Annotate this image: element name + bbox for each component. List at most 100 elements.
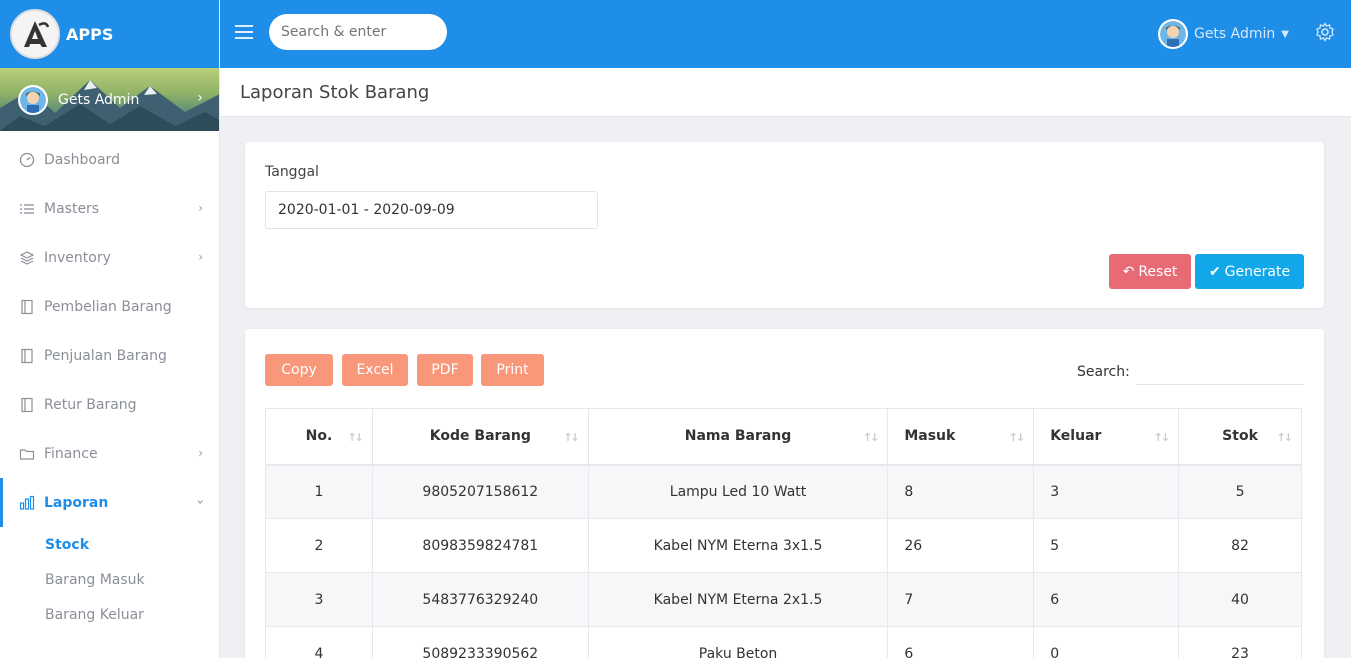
cell-masuk: 26 (887, 518, 1035, 573)
generate-button-label: Generate (1224, 263, 1291, 280)
hamburger-menu-icon[interactable] (235, 25, 253, 39)
notebook-icon (18, 347, 36, 365)
table-row: 1 9805207158612 Lampu Led 10 Watt 8 3 5 (265, 464, 1302, 519)
cell-nama-barang: Paku Beton (587, 626, 889, 658)
brand-logo-icon (10, 9, 60, 59)
notebook-icon (18, 396, 36, 414)
generate-button[interactable]: ✔ Generate (1195, 254, 1304, 289)
user-panel[interactable]: Gets Admin › (0, 68, 219, 131)
cell-kode-barang-link[interactable]: 9805207158612 (371, 464, 589, 519)
cell-nama-barang: Kabel NYM Eterna 2x1.5 (587, 572, 889, 627)
table-row: 2 8098359824781 Kabel NYM Eterna 3x1.5 2… (265, 518, 1302, 573)
sort-icon: ↑↓ (1153, 431, 1171, 444)
search-input[interactable] (269, 14, 447, 50)
sidebar-item-label: Laporan (44, 494, 109, 511)
sidebar-item-retur-barang[interactable]: Retur Barang (0, 380, 219, 429)
table-header-row: No. ↑↓ Kode Barang ↑↓ Nama Barang ↑↓ Masuk ↑… (265, 408, 1302, 466)
topbar-user-name: Gets Admin (1193, 26, 1276, 42)
user-menu[interactable]: Gets Admin ▼ (1157, 19, 1289, 49)
table-search-label: Search: (1077, 364, 1130, 380)
sidebar-subitem-barang-masuk[interactable]: Barang Masuk (0, 562, 219, 597)
check-icon: ✔ (1208, 263, 1221, 280)
sort-icon: ↑↓ (347, 431, 364, 444)
gear-icon[interactable] (1315, 22, 1335, 42)
column-header-nama-barang[interactable]: Nama Barang ↑↓ (587, 408, 889, 466)
sidebar: APPS Gets Admin › Dashboard Masters › In… (0, 0, 220, 658)
sidebar-item-label: Retur Barang (44, 396, 137, 413)
cell-masuk: 7 (887, 572, 1035, 627)
sidebar-item-masters[interactable]: Masters › (0, 184, 219, 233)
brand-name: APPS (66, 24, 114, 44)
topbar: Gets Admin ▼ (220, 0, 1351, 68)
chevron-right-icon: › (197, 90, 203, 106)
sidebar-user-name: Gets Admin (58, 91, 140, 108)
chevron-right-icon: › (198, 446, 203, 460)
cell-no: 1 (265, 464, 373, 519)
reset-button-label: Reset (1138, 263, 1178, 280)
print-button[interactable]: Print (481, 354, 544, 386)
column-header-kode-barang[interactable]: Kode Barang ↑↓ (371, 408, 589, 466)
sidebar-item-finance[interactable]: Finance › (0, 429, 219, 478)
sidebar-nav: Dashboard Masters › Inventory › Pembelia… (0, 131, 219, 632)
undo-icon: ↶ (1122, 263, 1135, 280)
bar-chart-icon (18, 494, 36, 512)
table-row: 3 5483776329240 Kabel NYM Eterna 2x1.5 7… (265, 572, 1302, 627)
sidebar-item-pembelian-barang[interactable]: Pembelian Barang (0, 282, 219, 331)
cell-keluar: 5 (1033, 518, 1180, 573)
excel-button[interactable]: Excel (342, 354, 408, 386)
cell-nama-barang: Kabel NYM Eterna 3x1.5 (587, 518, 889, 573)
column-header-stok[interactable]: Stok ↑↓ (1178, 408, 1302, 466)
folder-icon (18, 445, 36, 463)
sidebar-item-label: Dashboard (44, 151, 120, 168)
filter-card: Tanggal ↶ Reset ✔ Generate (245, 142, 1324, 308)
cell-keluar: 3 (1033, 464, 1180, 519)
sidebar-item-dashboard[interactable]: Dashboard (0, 135, 219, 184)
brand[interactable]: APPS (0, 0, 219, 68)
cell-no: 4 (265, 626, 373, 658)
column-header-label: Nama Barang (684, 428, 792, 445)
sort-icon: ↑↓ (1008, 431, 1026, 444)
column-header-keluar[interactable]: Keluar ↑↓ (1033, 408, 1180, 466)
sidebar-item-label: Inventory (44, 249, 111, 266)
sidebar-subitem-stock[interactable]: Stock (0, 527, 219, 562)
column-header-label: Masuk (904, 428, 956, 445)
table-card: Copy Excel PDF Print Search: No. ↑↓ Kode … (245, 329, 1324, 658)
sidebar-item-label: Pembelian Barang (44, 298, 172, 315)
column-header-no[interactable]: No. ↑↓ (265, 408, 373, 466)
notebook-icon (18, 298, 36, 316)
page-title: Laporan Stok Barang (220, 68, 1351, 117)
cell-kode-barang-link[interactable]: 5089233390562 (371, 626, 589, 658)
chevron-down-icon: ▼ (1281, 28, 1289, 40)
cell-stok: 23 (1178, 626, 1302, 658)
table-search-input[interactable] (1136, 357, 1304, 385)
cell-stok: 5 (1178, 464, 1302, 519)
avatar (18, 84, 48, 115)
sidebar-subitem-barang-keluar[interactable]: Barang Keluar (0, 597, 219, 632)
column-header-masuk[interactable]: Masuk ↑↓ (887, 408, 1035, 466)
date-range-field[interactable] (265, 191, 598, 229)
table-row: 4 5089233390562 Paku Beton 6 0 23 (265, 626, 1302, 658)
cell-stok: 40 (1178, 572, 1302, 627)
copy-button[interactable]: Copy (265, 354, 333, 386)
chevron-right-icon: › (198, 201, 203, 215)
cell-keluar: 6 (1033, 572, 1180, 627)
sidebar-item-laporan[interactable]: Laporan › (0, 478, 219, 527)
cell-masuk: 8 (887, 464, 1035, 519)
cell-kode-barang-link[interactable]: 8098359824781 (371, 518, 589, 573)
sidebar-item-label: Finance (44, 445, 98, 462)
cell-no: 2 (265, 518, 373, 573)
cell-no: 3 (265, 572, 373, 627)
sort-icon: ↑↓ (563, 431, 580, 444)
column-header-label: Keluar (1050, 428, 1102, 445)
reset-button[interactable]: ↶ Reset (1109, 254, 1191, 289)
pdf-button[interactable]: PDF (417, 354, 473, 386)
sidebar-item-inventory[interactable]: Inventory › (0, 233, 219, 282)
avatar (1157, 19, 1188, 49)
column-header-label: Kode Barang (429, 428, 531, 445)
sort-icon: ↑↓ (862, 431, 880, 444)
chevron-right-icon: › (198, 250, 203, 264)
sidebar-item-penjualan-barang[interactable]: Penjualan Barang (0, 331, 219, 380)
column-header-label: No. (305, 428, 333, 445)
cell-kode-barang-link[interactable]: 5483776329240 (371, 572, 589, 627)
sidebar-item-label: Penjualan Barang (44, 347, 167, 364)
